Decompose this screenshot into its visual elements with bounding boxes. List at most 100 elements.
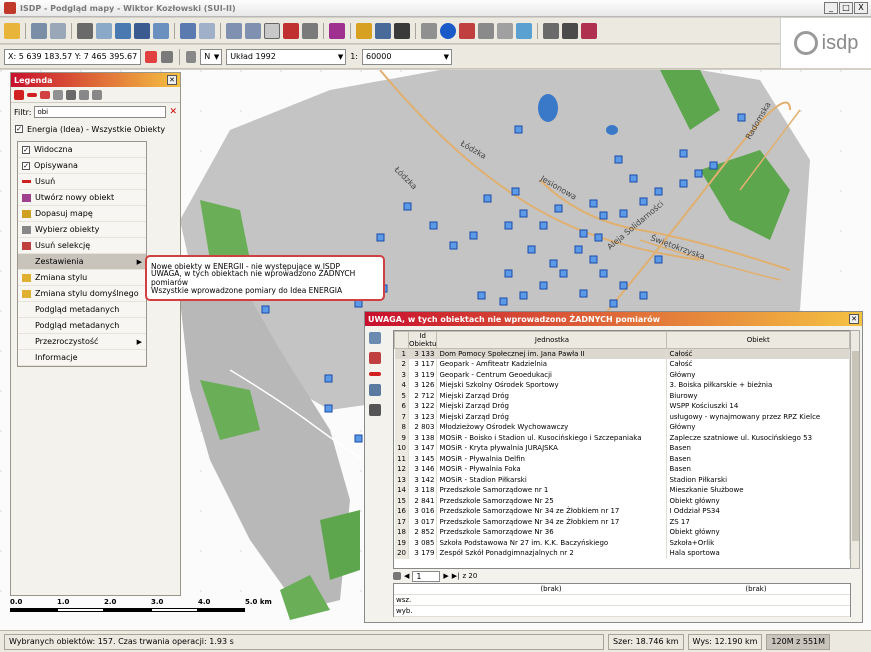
table-row[interactable]: 13 133 Dom Pomocy Społecznej im. Jana Paw… bbox=[394, 348, 850, 359]
table-row[interactable]: 93 138 MOSiR - Boisko i Stadion ul. Kusoc… bbox=[394, 432, 850, 443]
last-page-icon[interactable]: ▶| bbox=[452, 572, 460, 580]
column-header-jednostka[interactable]: Jednostka bbox=[436, 331, 668, 349]
remove-filter-icon[interactable] bbox=[369, 352, 381, 364]
north-arrow-icon[interactable] bbox=[186, 50, 197, 63]
scrollbar-thumb[interactable] bbox=[852, 351, 859, 541]
filter-icon[interactable] bbox=[478, 22, 494, 39]
table-row[interactable]: 13 3 142 MOSiR - Stadion Piłkarski Stadion … bbox=[394, 474, 850, 485]
scale-select[interactable]: 60000 bbox=[362, 48, 452, 65]
maximize-button[interactable]: □ bbox=[839, 2, 853, 14]
move-up-icon[interactable] bbox=[79, 89, 89, 100]
menu-item-widoczna[interactable]: ✓ Widoczna bbox=[18, 142, 146, 158]
menu-item-metadane-2[interactable]: Podgląd metadanych bbox=[18, 318, 146, 334]
clear-filter-icon[interactable]: ✕ bbox=[169, 107, 177, 117]
table-row[interactable]: 11 3 145 MOSiR - Pływalnia Delfin Basen bbox=[394, 453, 850, 464]
north-select[interactable]: N bbox=[200, 48, 223, 65]
redo-icon[interactable] bbox=[199, 22, 215, 39]
move-down-icon[interactable] bbox=[92, 89, 102, 100]
table-row[interactable]: 63 122 Miejski Zarząd Dróg WSPP Kościuszki… bbox=[394, 401, 850, 412]
menu-item-zestawienia[interactable]: Zestawienia ▶ bbox=[18, 254, 146, 270]
save-icon[interactable] bbox=[134, 22, 150, 39]
menu-item-informacje[interactable]: Informacje bbox=[18, 350, 146, 366]
info-icon[interactable] bbox=[440, 22, 456, 39]
first-page-icon[interactable] bbox=[393, 572, 401, 580]
print-grid-icon[interactable] bbox=[369, 404, 381, 416]
column-header-id[interactable]: Id Obiektu bbox=[407, 331, 438, 349]
layer-remove-icon[interactable] bbox=[375, 22, 391, 39]
menu-item-opisywana[interactable]: ✓ Opisywana bbox=[18, 158, 146, 174]
menu-item-przezroczystosc[interactable]: Przezroczystość ▶ bbox=[18, 334, 146, 350]
table-row[interactable]: 14 3 118 Przedszkole Samorządowe nr 1 Miesz… bbox=[394, 485, 850, 496]
filter-input[interactable] bbox=[34, 106, 167, 118]
table-icon[interactable] bbox=[543, 22, 559, 39]
menu-item-dopasuj[interactable]: Dopasuj mapę bbox=[18, 206, 146, 222]
next-page-icon[interactable]: ▶ bbox=[443, 572, 448, 580]
menu-item-usun-selekcje[interactable]: Usuń selekcję bbox=[18, 238, 146, 254]
table-row[interactable]: 20 3 179 Zespół Szkół Ponadgimnazjalnych n… bbox=[394, 548, 850, 559]
menu-item-usun[interactable]: Usuń bbox=[18, 174, 146, 190]
table-row[interactable]: 23 117 Geopark - Amfiteatr Kadzielnia Cało… bbox=[394, 359, 850, 370]
report-scrollbar[interactable] bbox=[850, 330, 860, 569]
table-row[interactable]: 82 803 Młodzieżowy Ośrodek Wychowawczy Głó… bbox=[394, 422, 850, 433]
layer-node[interactable]: ✓ Energia (Idea) - Wszystkie Obiekty bbox=[11, 123, 180, 135]
open-icon[interactable] bbox=[4, 22, 20, 39]
add-layer-icon[interactable] bbox=[14, 89, 24, 100]
window-icon[interactable] bbox=[31, 22, 47, 39]
legend-close-icon[interactable]: ✕ bbox=[167, 75, 177, 85]
remove-layer-icon[interactable] bbox=[27, 92, 37, 97]
menu-item-utworz[interactable]: Utwórz nowy obiekt bbox=[18, 190, 146, 206]
table-row[interactable]: 43 126 Miejski Szkolny Ośrodek Sportowy 3.… bbox=[394, 380, 850, 391]
close-button[interactable]: X bbox=[854, 2, 868, 14]
measure-icon[interactable] bbox=[283, 22, 299, 39]
search-icon[interactable] bbox=[562, 22, 578, 39]
table-row[interactable]: 16 3 016 Przedszkole Samorządowe Nr 34 ze … bbox=[394, 506, 850, 517]
pan-hand-icon[interactable] bbox=[264, 22, 280, 39]
delete-row-icon[interactable] bbox=[369, 372, 381, 376]
extent-icon[interactable] bbox=[329, 22, 345, 39]
prev-page-icon[interactable]: ◀ bbox=[404, 572, 409, 580]
menu-item-metadane[interactable]: Podgląd metadanych bbox=[18, 302, 146, 318]
table-row[interactable]: 10 3 147 MOSiR - Kryta pływalnia JURAJSKA B… bbox=[394, 443, 850, 454]
minimize-button[interactable]: _ bbox=[824, 2, 838, 14]
zoom-out-icon[interactable] bbox=[245, 22, 261, 39]
tools-icon[interactable] bbox=[96, 22, 112, 39]
undo-icon[interactable] bbox=[180, 22, 196, 39]
table-row[interactable]: 33 119 Geopark - Centrum Geoedukacji Główn… bbox=[394, 369, 850, 380]
crosshair-icon[interactable] bbox=[161, 50, 174, 63]
locate-icon[interactable] bbox=[145, 50, 158, 63]
copy-rows-icon[interactable] bbox=[369, 384, 381, 396]
table-row[interactable]: 15 2 841 Przedszkole Samorządowe Nr 25 Obie… bbox=[394, 495, 850, 506]
menu-item-zmiana-stylu[interactable]: Zmiana stylu bbox=[18, 270, 146, 286]
layers-icon[interactable] bbox=[50, 22, 66, 39]
zoom-in-icon[interactable] bbox=[226, 22, 242, 39]
layer-tools-icon[interactable] bbox=[394, 22, 410, 39]
crs-select[interactable]: Układ 1992 bbox=[226, 48, 347, 65]
move-icon[interactable] bbox=[302, 22, 318, 39]
table-row[interactable]: 73 123 Miejski Zarząd Dróg usługowy - wyna… bbox=[394, 411, 850, 422]
menu-item-styl-domyslny[interactable]: Zmiana stylu domyślnego bbox=[18, 286, 146, 302]
layer-group-icon[interactable] bbox=[53, 89, 63, 100]
edit-layer-icon[interactable] bbox=[40, 90, 50, 99]
measure-area-icon[interactable] bbox=[516, 22, 532, 39]
menu-item-wybierz[interactable]: Wybierz obiekty bbox=[18, 222, 146, 238]
print-icon[interactable] bbox=[77, 22, 93, 39]
table-row[interactable]: 17 3 017 Przedszkole Samorządowe Nr 34 ze … bbox=[394, 516, 850, 527]
page-input[interactable]: 1 bbox=[412, 570, 441, 582]
table-row[interactable]: 18 2 852 Przedszkole Samorządowe Nr 36 Obie… bbox=[394, 527, 850, 538]
grid-view-icon[interactable] bbox=[369, 332, 381, 344]
layer-style-icon[interactable] bbox=[66, 89, 76, 100]
route-icon[interactable] bbox=[497, 22, 513, 39]
copy-icon[interactable] bbox=[115, 22, 131, 39]
layer-checkbox[interactable]: ✓ bbox=[15, 125, 23, 133]
report-close-icon[interactable]: ✕ bbox=[849, 314, 859, 324]
selection-icon[interactable] bbox=[459, 22, 475, 39]
table-row[interactable]: 19 3 085 Szkoła Podstawowa Nr 27 im. K.K. … bbox=[394, 537, 850, 548]
submenu-item-brak-pomiarow[interactable]: UWAGA, w tych obiektach nie wprowadzono … bbox=[149, 269, 381, 287]
export-icon[interactable] bbox=[153, 22, 169, 39]
select-arrow-icon[interactable] bbox=[421, 22, 437, 39]
table-row[interactable]: 12 3 146 MOSiR - Pływalnia Foka Basen bbox=[394, 464, 850, 475]
layer-add-icon[interactable] bbox=[356, 22, 372, 39]
table-row[interactable]: 52 712 Miejski Zarząd Dróg Biurowy bbox=[394, 390, 850, 401]
plugin-icon[interactable] bbox=[581, 22, 597, 39]
column-header-obiekt[interactable]: Obiekt bbox=[666, 331, 850, 349]
